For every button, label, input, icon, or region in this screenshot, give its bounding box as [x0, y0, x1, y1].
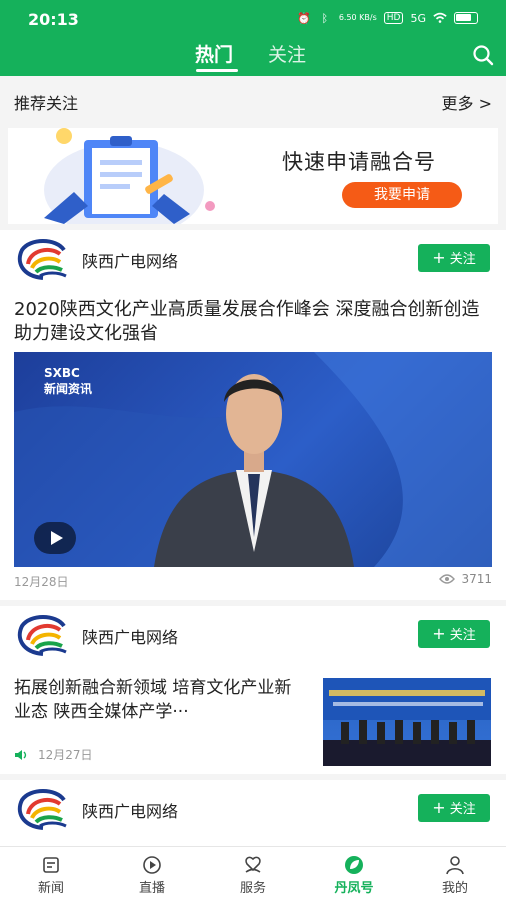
live-play-icon — [143, 856, 161, 874]
news-icon — [43, 857, 59, 873]
nav-service[interactable]: 服务 — [218, 855, 288, 896]
source-name[interactable]: 陕西广电网络 — [82, 624, 178, 648]
network-speed: 6.50 KB/s — [338, 13, 377, 22]
hd-badge: HD — [383, 12, 404, 24]
status-time: 20:13 — [28, 10, 79, 29]
article-title[interactable]: 拓展创新融合新领域 培育文化产业新业态 陕西全媒体产学··· — [14, 676, 304, 724]
view-count: 3711 — [439, 572, 492, 586]
nav-mine[interactable]: 我的 — [420, 855, 490, 896]
nav-danfeng[interactable]: 丹凤号 — [319, 855, 389, 896]
plus-icon: + — [432, 798, 446, 817]
search-icon[interactable] — [472, 44, 494, 66]
battery-icon — [454, 12, 478, 24]
plus-icon: + — [432, 248, 446, 267]
top-tabs: 热门 关注 — [0, 38, 506, 76]
app-header: 20:13 ⏰ ᛒ 6.50 KB/s HD 5G 热门 关注 — [0, 0, 506, 76]
eye-icon — [439, 574, 456, 584]
play-icon[interactable] — [34, 522, 76, 554]
recommend-title: 推荐关注 — [14, 94, 79, 113]
article-meta: 12月27日 — [14, 746, 93, 763]
feed-card[interactable]: 陕西广电网络 + 关注 拓展创新融合新领域 培育文化产业新业态 陕西全媒体产学··… — [0, 606, 506, 774]
active-tab-indicator — [196, 69, 238, 72]
feed-card[interactable]: 陕西广电网络 + 关注 2020陕西文化产业高质量发展合作峰会 深度融合创新创造助… — [0, 230, 506, 600]
follow-button[interactable]: + 关注 — [418, 244, 490, 272]
article-thumbnail[interactable] — [323, 678, 491, 766]
network-type: 5G — [410, 11, 426, 25]
source-name[interactable]: 陕西广电网络 — [82, 248, 178, 272]
nav-live[interactable]: 直播 — [117, 855, 187, 896]
audio-icon — [15, 749, 27, 760]
clipboard-illustration — [44, 128, 215, 224]
tab-hot[interactable]: 热门 — [195, 40, 233, 67]
nav-news[interactable]: 新闻 — [16, 855, 86, 896]
recommend-more-link[interactable]: 更多 > — [442, 90, 493, 114]
channel-logo: SXBC 新闻资讯 — [44, 366, 93, 396]
status-icons: ⏰ ᛒ 6.50 KB/s HD 5G — [297, 11, 478, 25]
wifi-icon — [433, 11, 447, 25]
follow-label: 关注 — [449, 252, 476, 267]
source-logo-icon — [17, 789, 67, 830]
follow-button[interactable]: + 关注 — [418, 620, 490, 648]
source-logo-icon — [17, 239, 67, 280]
apply-button[interactable]: 我要申请 — [342, 182, 462, 208]
recommend-section: 推荐关注 更多 > — [0, 76, 506, 122]
alarm-icon: ⏰ — [296, 11, 311, 25]
apply-banner[interactable]: 快速申请融合号 我要申请 — [8, 128, 498, 224]
tab-follow[interactable]: 关注 — [268, 40, 306, 67]
follow-label: 关注 — [449, 628, 476, 643]
plus-icon: + — [432, 624, 446, 643]
feed-card[interactable]: 陕西广电网络 + 关注 — [0, 780, 506, 846]
banner-title: 快速申请融合号 — [282, 150, 436, 174]
user-icon — [446, 856, 464, 875]
publish-date: 12月28日 — [14, 575, 69, 589]
follow-button[interactable]: + 关注 — [418, 794, 490, 822]
article-title[interactable]: 2020陕西文化产业高质量发展合作峰会 深度融合创新创造助力建设文化强省 — [14, 298, 492, 346]
source-name[interactable]: 陕西广电网络 — [82, 798, 178, 822]
bluetooth-icon: ᛒ — [321, 11, 329, 25]
leaf-icon — [345, 856, 363, 874]
status-bar: 20:13 ⏰ ᛒ 6.50 KB/s HD 5G — [0, 0, 506, 36]
source-logo-icon — [17, 615, 67, 656]
video-thumbnail[interactable]: SXBC 新闻资讯 — [14, 352, 492, 567]
bottom-nav: 新闻 直播 服务 丹凤号 我的 — [0, 846, 506, 900]
follow-label: 关注 — [449, 802, 476, 817]
conference-photo — [323, 678, 491, 766]
service-icon — [245, 856, 261, 873]
